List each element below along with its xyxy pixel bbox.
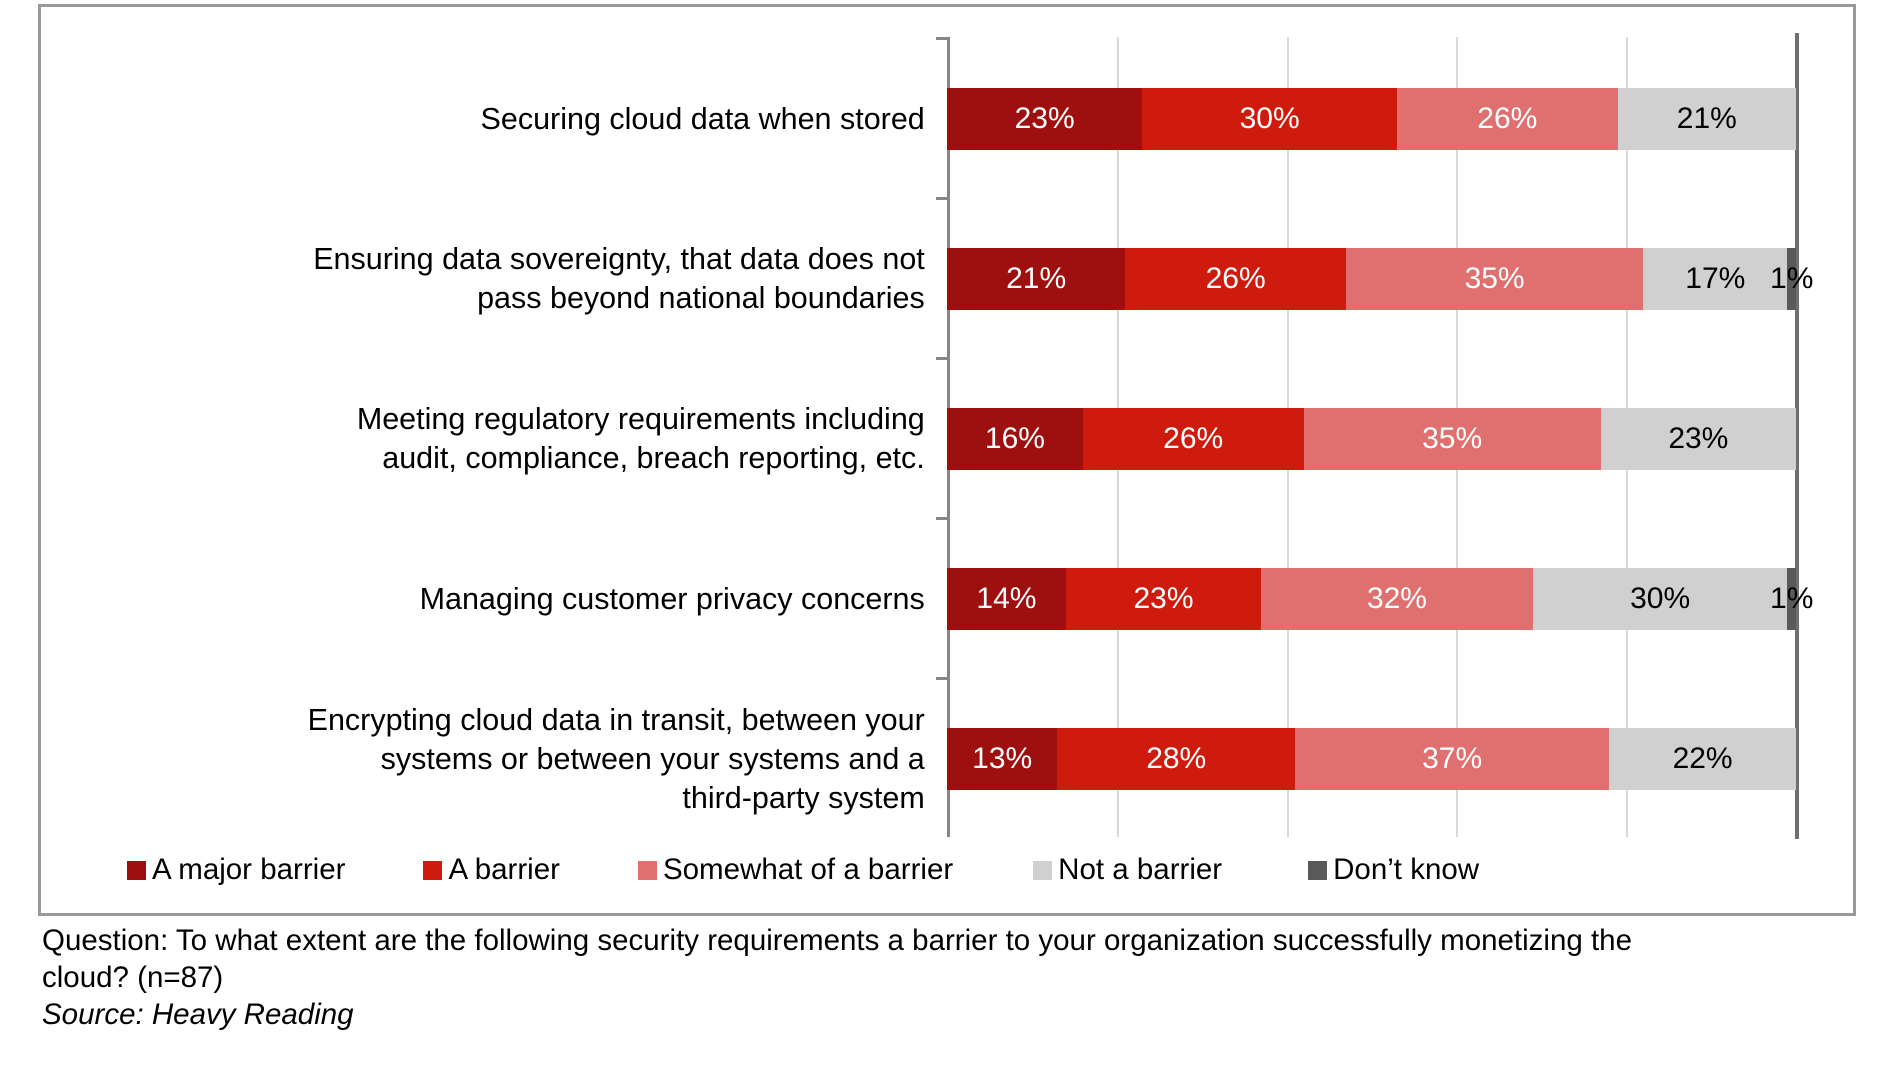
bar-value-label: 26% [1163, 422, 1224, 455]
legend-item[interactable]: Not a barrier [1033, 853, 1222, 887]
category-label: Managing customer privacy concerns [419, 581, 925, 616]
legend-swatch-icon [423, 860, 443, 880]
category-label: Encrypting cloud data in transit, betwee… [307, 702, 925, 815]
legend-swatch-icon [1033, 860, 1053, 880]
legend-label: A barrier [448, 853, 560, 886]
bar-value-label: 13% [972, 742, 1033, 775]
bar-segment[interactable]: 35% [1303, 408, 1601, 470]
bar-segment[interactable]: 23% [1065, 568, 1262, 630]
bar-segment[interactable]: 21% [947, 248, 1126, 310]
bar-value-label: 17% [1685, 262, 1746, 295]
bar-value-label: 30% [1239, 102, 1300, 135]
bar-segment[interactable]: 37% [1295, 728, 1610, 790]
stacked-bar[interactable]: 21% 26% 35% 17% 1% [947, 248, 1813, 310]
bar-value-label: 26% [1205, 262, 1266, 295]
bar-segment[interactable]: 28% [1057, 728, 1296, 790]
chart-row: Encrypting cloud data in transit, betwee… [308, 677, 1796, 837]
legend-label: Don’t know [1333, 853, 1480, 886]
axis-tick [936, 517, 947, 520]
chart-frame: Securing cloud data when stored 23% 30% 26%… [38, 4, 1856, 916]
bar-value-label: 21% [1676, 102, 1737, 135]
caption-source: Source: Heavy Reading [42, 998, 354, 1031]
bar-value-label: 21% [1006, 262, 1067, 295]
bar-value-label: 23% [1133, 582, 1194, 615]
bar-segment[interactable]: 30% [1532, 568, 1788, 630]
legend-label: A major barrier [152, 853, 346, 886]
category-label: Ensuring data sovereignty, that data doe… [313, 242, 925, 315]
bar-value-label: 16% [984, 422, 1045, 455]
bar-segment[interactable]: 26% [1125, 248, 1347, 310]
plot-wrapper: Securing cloud data when stored 23% 30% 26%… [41, 7, 1853, 913]
bar-value-label: 26% [1477, 102, 1538, 135]
bar-segment[interactable]: 35% [1346, 248, 1644, 310]
stacked-bar[interactable]: 23% 30% 26% 21% [947, 88, 1796, 150]
bar-segment[interactable]: 23% [1600, 408, 1796, 470]
bar-segment[interactable]: 32% [1261, 568, 1533, 630]
axis-tick [936, 197, 947, 200]
axis-tick [936, 357, 947, 360]
category-label: Securing cloud data when stored [480, 101, 925, 136]
bar-value-label: 28% [1146, 742, 1207, 775]
bar-segment[interactable]: 30% [1142, 88, 1397, 150]
bar-value-label: 23% [1014, 102, 1075, 135]
bar-value-label: 1% [1770, 582, 1814, 615]
bar-value-label: 1% [1770, 262, 1814, 295]
bar-value-label: 23% [1668, 422, 1729, 455]
chart-row: Securing cloud data when stored 23% 30% 26%… [481, 37, 1796, 197]
legend-label: Somewhat of a barrier [662, 853, 954, 886]
legend-item[interactable]: Somewhat of a barrier [637, 853, 954, 887]
caption-question: Question: To what extent are the followi… [42, 924, 1632, 994]
axis-tick [936, 677, 947, 680]
bar-value-label: 14% [976, 582, 1037, 615]
chart-legend: A major barrier A barrier Somewhat of a ba… [41, 847, 1853, 893]
bar-segment[interactable]: 1% [1770, 568, 1813, 630]
legend-swatch-icon [1308, 860, 1328, 880]
bar-segment[interactable]: 21% [1617, 88, 1796, 150]
bar-segment[interactable]: 16% [947, 408, 1083, 470]
chart-caption: Question: To what extent are the followi… [42, 922, 1842, 1033]
bar-value-label: 35% [1422, 422, 1483, 455]
stacked-bar[interactable]: 16% 26% 35% 23% [947, 408, 1796, 470]
chart-row: Managing customer privacy concerns 14% 23%… [420, 517, 1813, 677]
plot-area: Securing cloud data when stored 23% 30% 26%… [308, 33, 1813, 839]
legend-item[interactable]: A major barrier [127, 853, 345, 887]
legend-swatch-icon [637, 860, 657, 880]
stacked-bar[interactable]: 14% 23% 32% 30% 1% [947, 568, 1813, 630]
bar-value-label: 22% [1672, 742, 1733, 775]
legend-item[interactable]: Don’t know [1308, 853, 1479, 887]
legend-label: Not a barrier [1058, 853, 1223, 886]
legend-item[interactable]: A barrier [423, 853, 560, 887]
bar-segment[interactable]: 26% [1396, 88, 1618, 150]
bar-segment[interactable]: 22% [1609, 728, 1796, 790]
chart-row: Ensuring data sovereignty, that data doe… [313, 197, 1813, 357]
bar-value-label: 32% [1366, 582, 1427, 615]
stacked-bar[interactable]: 13% 28% 37% 22% [947, 728, 1796, 790]
chart-row: Meeting regulatory requirements includin… [357, 357, 1796, 517]
axis-tick [936, 37, 947, 40]
bar-value-label: 35% [1464, 262, 1525, 295]
bar-segment[interactable]: 17% [1643, 248, 1788, 310]
category-label: Meeting regulatory requirements includin… [356, 402, 925, 475]
chart-figure: Securing cloud data when stored 23% 30% 26%… [0, 0, 1900, 1081]
bar-segment[interactable]: 26% [1082, 408, 1304, 470]
bar-segment[interactable]: 14% [947, 568, 1066, 630]
bar-value-label: 30% [1630, 582, 1691, 615]
bar-segment[interactable]: 13% [947, 728, 1058, 790]
legend-swatch-icon [127, 860, 146, 880]
bar-value-label: 37% [1422, 742, 1483, 775]
bar-segment[interactable]: 1% [1770, 248, 1813, 310]
bar-segment[interactable]: 23% [947, 88, 1143, 150]
